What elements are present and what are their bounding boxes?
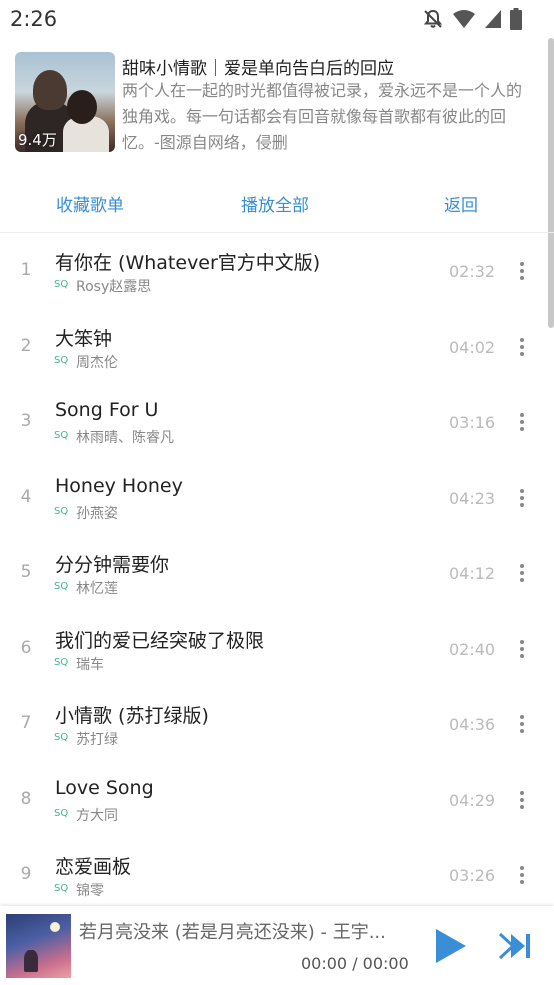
play-button[interactable] (434, 927, 468, 965)
play-all-button[interactable]: 播放全部 (241, 191, 309, 216)
quality-badge: SQ (54, 430, 69, 441)
quality-badge: SQ (54, 732, 69, 743)
song-artist: 周杰伦 (76, 354, 118, 371)
song-row[interactable]: 6 我们的爱已经突破了极限 SQ 瑞车 02:40 (0, 612, 548, 687)
song-artist: 孙燕姿 (76, 505, 118, 522)
song-title: 恋爱画板 (55, 856, 132, 878)
song-duration: 04:02 (449, 337, 496, 357)
more-options-icon[interactable] (512, 860, 532, 890)
collect-playlist-button[interactable]: 收藏歌单 (56, 191, 124, 216)
song-title: 大笨钟 (55, 327, 113, 350)
song-artist: Rosy赵露思 (76, 279, 152, 295)
quality-badge: SQ (54, 807, 69, 819)
song-duration: 02:32 (449, 262, 496, 281)
playlist-description: 两个人在一起的时光都值得被记录，爱永远不是一个人的独角戏。每一句话都会有回音就像… (122, 81, 523, 152)
playlist-title: 甜味小情歌｜爱是单向告白后的回应 (122, 59, 394, 79)
more-options-icon[interactable] (512, 407, 532, 437)
song-row[interactable]: 3 Song For U SQ 林雨晴、陈睿凡 03:16 (0, 385, 548, 460)
song-index: 5 (20, 562, 32, 582)
now-playing-title[interactable]: 若月亮没来 (若是月亮还没来) - 王宇... (79, 918, 419, 944)
divider (0, 232, 554, 233)
battery-icon (510, 8, 522, 30)
song-duration: 03:16 (449, 413, 496, 432)
playback-time: 00:00 / 00:00 (301, 954, 409, 973)
song-index: 1 (20, 260, 32, 280)
song-row[interactable]: 5 分分钟需要你 SQ 林忆莲 04:12 (0, 536, 548, 611)
song-title: 分分钟需要你 (55, 554, 170, 576)
song-title: Song For U (55, 399, 159, 421)
song-title: 小情歌 (苏打绿版) (55, 705, 209, 727)
song-artist: 苏打绿 (76, 732, 118, 748)
song-index: 2 (20, 335, 32, 356)
play-icon (436, 929, 466, 963)
song-duration: 03:26 (449, 866, 496, 885)
song-title: Honey Honey (55, 474, 183, 497)
more-options-icon[interactable] (512, 558, 532, 588)
song-index: 9 (20, 864, 32, 884)
song-title: 我们的爱已经突破了极限 (55, 629, 265, 652)
song-artist: 锦零 (76, 883, 104, 899)
cellular-signal-icon (484, 9, 502, 29)
status-bar: 2:26 (0, 0, 554, 38)
playlist-cover[interactable]: 9.4万 (15, 52, 115, 152)
song-title: Love Song (55, 776, 154, 799)
song-artist: 瑞车 (76, 656, 104, 673)
status-time: 2:26 (10, 7, 58, 31)
more-options-icon[interactable] (512, 483, 532, 513)
playlist-actions: 收藏歌单 播放全部 返回 (0, 182, 554, 224)
mini-player[interactable]: 若月亮没来 (若是月亮还没来) - 王宇... 00:00 / 00:00 (0, 906, 554, 985)
wifi-icon (452, 9, 476, 29)
song-duration: 02:40 (449, 639, 496, 659)
play-count: 9.4万 (18, 131, 57, 149)
song-title: 有你在 (Whatever官方中文版) (55, 252, 321, 274)
song-artist: 方大同 (76, 807, 118, 824)
back-button[interactable]: 返回 (444, 191, 478, 216)
song-index: 4 (20, 486, 32, 507)
quality-badge: SQ (54, 505, 69, 517)
song-index: 8 (20, 788, 32, 809)
quality-badge: SQ (54, 354, 69, 366)
status-icons (422, 8, 522, 30)
quality-badge: SQ (54, 279, 69, 290)
song-duration: 04:12 (449, 564, 496, 583)
more-options-icon[interactable] (512, 785, 532, 815)
song-row[interactable]: 8 Love Song SQ 方大同 04:29 (0, 763, 548, 838)
more-options-icon[interactable] (512, 634, 532, 664)
song-row[interactable]: 4 Honey Honey SQ 孙燕姿 04:23 (0, 461, 548, 536)
song-row[interactable]: 1 有你在 (Whatever官方中文版) SQ Rosy赵露思 02:32 (0, 234, 548, 309)
song-duration: 04:29 (449, 790, 496, 810)
more-options-icon[interactable] (512, 332, 532, 362)
song-row[interactable]: 9 恋爱画板 SQ 锦零 03:26 (0, 838, 548, 913)
song-row[interactable]: 7 小情歌 (苏打绿版) SQ 苏打绿 04:36 (0, 687, 548, 762)
skip-next-icon (498, 932, 530, 960)
now-playing-artwork[interactable] (6, 914, 71, 978)
quality-badge: SQ (54, 581, 69, 592)
song-duration: 04:36 (449, 715, 496, 734)
notifications-off-icon (422, 8, 444, 30)
song-artist: 林忆莲 (76, 581, 118, 597)
quality-badge: SQ (54, 883, 69, 894)
song-duration: 04:23 (449, 488, 496, 508)
song-index: 3 (20, 411, 32, 431)
song-artist: 林雨晴、陈睿凡 (76, 430, 174, 446)
song-index: 6 (20, 637, 32, 658)
song-index: 7 (20, 713, 32, 733)
more-options-icon[interactable] (512, 709, 532, 739)
next-button[interactable] (497, 931, 533, 961)
quality-badge: SQ (54, 656, 69, 668)
song-row[interactable]: 2 大笨钟 SQ 周杰伦 04:02 (0, 310, 548, 385)
playlist-header: 9.4万 甜味小情歌｜爱是单向告白后的回应 两个人在一起的时光都值得被记录，爱永… (0, 48, 554, 163)
more-options-icon[interactable] (512, 256, 532, 286)
